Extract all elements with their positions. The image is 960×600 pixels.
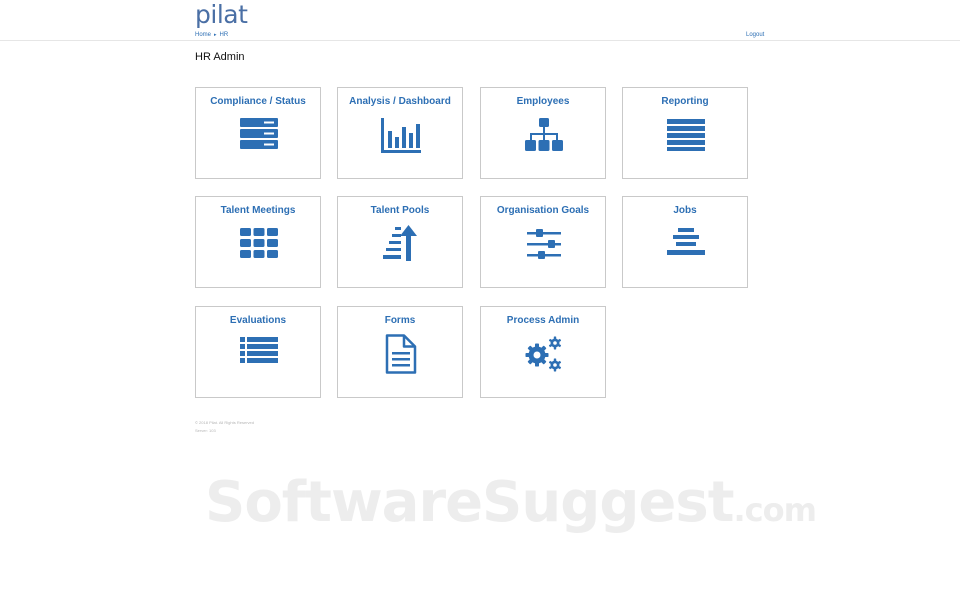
tile-evaluations[interactable]: Evaluations [195,306,321,398]
tile-label: Analysis / Dashboard [349,96,451,107]
org-chart-icon [525,118,563,151]
tile-organisation-goals[interactable]: Organisation Goals [480,196,606,288]
breadcrumb: Home ▸ HR [195,31,228,39]
list-rows-icon [667,119,705,151]
tile-label: Jobs [673,205,697,216]
tile-label: Evaluations [229,315,287,326]
tile-employees[interactable]: Employees [480,87,606,179]
tile-label: Talent Pools [370,205,430,216]
tile-process-admin[interactable]: Process Admin [480,306,606,398]
pilat-logo[interactable]: pilat [195,1,248,29]
gears-icon [525,336,562,372]
tile-reporting[interactable]: Reporting [622,87,748,179]
tile-label: Forms [384,315,416,326]
tile-talent-pools[interactable]: Talent Pools [337,196,463,288]
footer: © 2018 Pilat. All Rights Reserved Server… [195,419,254,435]
copyright-text: © 2018 Pilat. All Rights Reserved [195,420,254,425]
document-icon [385,334,417,374]
tile-label: Compliance / Status [210,96,306,107]
watermark: SoftwareSuggest.com [205,470,817,543]
tile-label: Employees [516,96,570,107]
watermark-main: SoftwareSuggest [205,470,735,535]
watermark-suffix: .com [733,491,817,529]
sort-ascending-icon [383,225,417,261]
top-bar: pilat Home ▸ HR Logout [0,0,960,41]
sliders-icon [527,229,561,259]
align-center-icon [667,228,705,255]
tile-forms[interactable]: Forms [337,306,463,398]
page-title: HR Admin [195,51,245,63]
tile-label: Reporting [661,96,709,107]
tile-jobs[interactable]: Jobs [622,196,748,288]
grid-icon [240,228,278,258]
bulleted-list-icon [240,337,278,363]
tile-talent-meetings[interactable]: Talent Meetings [195,196,321,288]
breadcrumb-home[interactable]: Home [195,32,211,38]
tile-label: Organisation Goals [496,205,590,216]
logout-link[interactable]: Logout [746,31,764,39]
tile-analysis-dashboard[interactable]: Analysis / Dashboard [337,87,463,179]
server-icon [240,118,278,149]
tile-label: Talent Meetings [220,205,296,216]
breadcrumb-separator-icon: ▸ [214,32,217,38]
bar-chart-icon [381,118,421,153]
breadcrumb-hr[interactable]: HR [220,32,229,38]
tile-label: Process Admin [506,315,580,326]
server-info: Server: 103 [195,428,216,433]
tile-compliance-status[interactable]: Compliance / Status [195,87,321,179]
